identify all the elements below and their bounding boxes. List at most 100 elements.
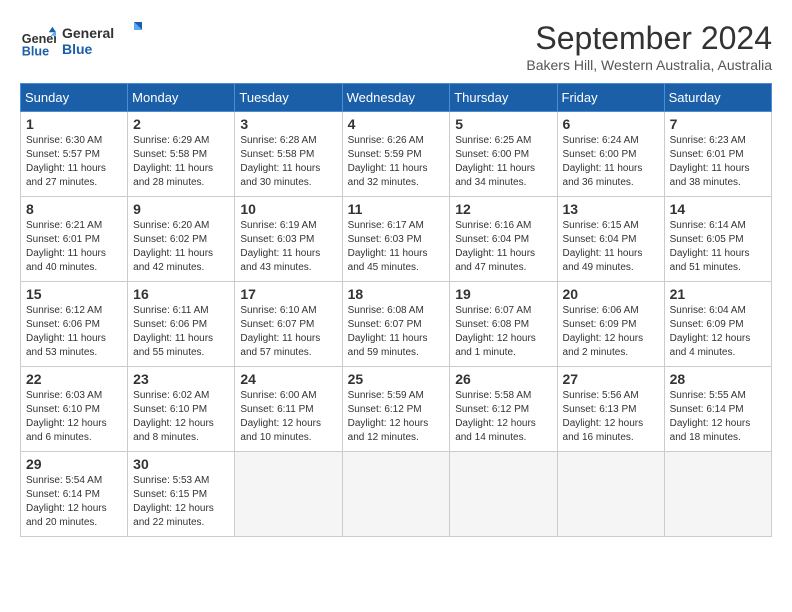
day-number: 24 — [240, 371, 336, 387]
calendar-day-cell — [450, 452, 557, 537]
calendar-day-cell: 16Sunrise: 6:11 AMSunset: 6:06 PMDayligh… — [128, 282, 235, 367]
day-info: Sunrise: 5:59 AMSunset: 6:12 PMDaylight:… — [348, 389, 445, 445]
day-number: 29 — [26, 456, 122, 472]
day-number: 1 — [26, 116, 122, 132]
calendar-day-cell: 14Sunrise: 6:14 AMSunset: 6:05 PMDayligh… — [664, 197, 771, 282]
day-info: Sunrise: 6:07 AMSunset: 6:08 PMDaylight:… — [455, 304, 551, 360]
day-info: Sunrise: 6:21 AMSunset: 6:01 PMDaylight:… — [26, 219, 122, 275]
logo-svg: General Blue — [62, 20, 142, 60]
day-number: 3 — [240, 116, 336, 132]
calendar-header-row: SundayMondayTuesdayWednesdayThursdayFrid… — [21, 84, 772, 112]
calendar-day-cell: 4 Sunrise: 6:26 AMSunset: 5:59 PMDaylight… — [342, 112, 450, 197]
day-info: Sunrise: 6:10 AMSunset: 6:07 PMDaylight:… — [240, 304, 336, 360]
day-info: Sunrise: 6:19 AMSunset: 6:03 PMDaylight:… — [240, 219, 336, 275]
day-number: 22 — [26, 371, 122, 387]
day-info: Sunrise: 6:23 AMSunset: 6:01 PMDaylight:… — [670, 134, 766, 190]
calendar-day-cell — [557, 452, 664, 537]
day-number: 21 — [670, 286, 766, 302]
day-number: 4 — [348, 116, 445, 132]
page-header: General Blue General Blue September 2024… — [20, 20, 772, 73]
calendar-day-cell: 27 Sunrise: 5:56 AMSunset: 6:13 PMDayligh… — [557, 367, 664, 452]
day-number: 26 — [455, 371, 551, 387]
day-number: 27 — [563, 371, 659, 387]
calendar-day-cell: 20Sunrise: 6:06 AMSunset: 6:09 PMDayligh… — [557, 282, 664, 367]
day-info: Sunrise: 6:08 AMSunset: 6:07 PMDaylight:… — [348, 304, 445, 360]
day-info: Sunrise: 6:28 AMSunset: 5:58 PMDaylight:… — [240, 134, 336, 190]
day-info: Sunrise: 6:02 AMSunset: 6:10 PMDaylight:… — [133, 389, 229, 445]
day-info: Sunrise: 5:58 AMSunset: 6:12 PMDaylight:… — [455, 389, 551, 445]
day-number: 17 — [240, 286, 336, 302]
col-header-friday: Friday — [557, 84, 664, 112]
title-area: September 2024 Bakers Hill, Western Aust… — [526, 20, 772, 73]
day-info: Sunrise: 5:53 AMSunset: 6:15 PMDaylight:… — [133, 474, 229, 530]
day-info: Sunrise: 6:30 AMSunset: 5:57 PMDaylight:… — [26, 134, 122, 190]
day-info: Sunrise: 6:03 AMSunset: 6:10 PMDaylight:… — [26, 389, 122, 445]
calendar-day-cell: 25 Sunrise: 5:59 AMSunset: 6:12 PMDayligh… — [342, 367, 450, 452]
col-header-tuesday: Tuesday — [235, 84, 342, 112]
calendar-day-cell — [235, 452, 342, 537]
calendar-day-cell: 8 Sunrise: 6:21 AMSunset: 6:01 PMDaylight… — [21, 197, 128, 282]
day-info: Sunrise: 5:56 AMSunset: 6:13 PMDaylight:… — [563, 389, 659, 445]
day-number: 25 — [348, 371, 445, 387]
calendar-day-cell: 28 Sunrise: 5:55 AMSunset: 6:14 PMDayligh… — [664, 367, 771, 452]
col-header-saturday: Saturday — [664, 84, 771, 112]
day-number: 6 — [563, 116, 659, 132]
day-number: 19 — [455, 286, 551, 302]
day-info: Sunrise: 6:25 AMSunset: 6:00 PMDaylight:… — [455, 134, 551, 190]
day-number: 13 — [563, 201, 659, 217]
calendar-day-cell: 9Sunrise: 6:20 AMSunset: 6:02 PMDaylight… — [128, 197, 235, 282]
day-info: Sunrise: 6:00 AMSunset: 6:11 PMDaylight:… — [240, 389, 336, 445]
day-info: Sunrise: 6:15 AMSunset: 6:04 PMDaylight:… — [563, 219, 659, 275]
day-info: Sunrise: 6:24 AMSunset: 6:00 PMDaylight:… — [563, 134, 659, 190]
calendar-day-cell: 7 Sunrise: 6:23 AMSunset: 6:01 PMDaylight… — [664, 112, 771, 197]
day-info: Sunrise: 6:14 AMSunset: 6:05 PMDaylight:… — [670, 219, 766, 275]
calendar-week-row: 22 Sunrise: 6:03 AMSunset: 6:10 PMDayligh… — [21, 367, 772, 452]
logo: General Blue General Blue — [20, 20, 142, 65]
day-number: 8 — [26, 201, 122, 217]
calendar-day-cell: 3 Sunrise: 6:28 AMSunset: 5:58 PMDaylight… — [235, 112, 342, 197]
day-number: 11 — [348, 201, 445, 217]
calendar-day-cell: 6 Sunrise: 6:24 AMSunset: 6:00 PMDaylight… — [557, 112, 664, 197]
calendar-day-cell: 29 Sunrise: 5:54 AMSunset: 6:14 PMDayligh… — [21, 452, 128, 537]
day-number: 12 — [455, 201, 551, 217]
svg-text:General: General — [62, 25, 114, 41]
col-header-monday: Monday — [128, 84, 235, 112]
svg-text:Blue: Blue — [22, 44, 49, 58]
day-number: 15 — [26, 286, 122, 302]
calendar-day-cell — [342, 452, 450, 537]
col-header-sunday: Sunday — [21, 84, 128, 112]
calendar-week-row: 8 Sunrise: 6:21 AMSunset: 6:01 PMDaylight… — [21, 197, 772, 282]
day-number: 20 — [563, 286, 659, 302]
calendar-day-cell: 11 Sunrise: 6:17 AMSunset: 6:03 PMDayligh… — [342, 197, 450, 282]
day-number: 30 — [133, 456, 229, 472]
calendar-week-row: 29 Sunrise: 5:54 AMSunset: 6:14 PMDayligh… — [21, 452, 772, 537]
calendar-day-cell: 18 Sunrise: 6:08 AMSunset: 6:07 PMDayligh… — [342, 282, 450, 367]
calendar-table: SundayMondayTuesdayWednesdayThursdayFrid… — [20, 83, 772, 537]
calendar-day-cell: 5 Sunrise: 6:25 AMSunset: 6:00 PMDaylight… — [450, 112, 557, 197]
day-info: Sunrise: 5:55 AMSunset: 6:14 PMDaylight:… — [670, 389, 766, 445]
calendar-day-cell: 19 Sunrise: 6:07 AMSunset: 6:08 PMDayligh… — [450, 282, 557, 367]
calendar-day-cell: 2Sunrise: 6:29 AMSunset: 5:58 PMDaylight… — [128, 112, 235, 197]
day-number: 23 — [133, 371, 229, 387]
day-number: 9 — [133, 201, 229, 217]
day-number: 18 — [348, 286, 445, 302]
day-number: 7 — [670, 116, 766, 132]
calendar-day-cell: 26 Sunrise: 5:58 AMSunset: 6:12 PMDayligh… — [450, 367, 557, 452]
logo-icon: General Blue — [20, 25, 56, 61]
calendar-day-cell: 15 Sunrise: 6:12 AMSunset: 6:06 PMDayligh… — [21, 282, 128, 367]
day-info: Sunrise: 6:29 AMSunset: 5:58 PMDaylight:… — [133, 134, 229, 190]
day-number: 28 — [670, 371, 766, 387]
calendar-week-row: 15 Sunrise: 6:12 AMSunset: 6:06 PMDayligh… — [21, 282, 772, 367]
calendar-day-cell: 23 Sunrise: 6:02 AMSunset: 6:10 PMDayligh… — [128, 367, 235, 452]
day-info: Sunrise: 6:17 AMSunset: 6:03 PMDaylight:… — [348, 219, 445, 275]
day-info: Sunrise: 6:16 AMSunset: 6:04 PMDaylight:… — [455, 219, 551, 275]
day-number: 5 — [455, 116, 551, 132]
day-info: Sunrise: 5:54 AMSunset: 6:14 PMDaylight:… — [26, 474, 122, 530]
calendar-day-cell: 30 Sunrise: 5:53 AMSunset: 6:15 PMDayligh… — [128, 452, 235, 537]
calendar-day-cell: 10Sunrise: 6:19 AMSunset: 6:03 PMDayligh… — [235, 197, 342, 282]
day-info: Sunrise: 6:26 AMSunset: 5:59 PMDaylight:… — [348, 134, 445, 190]
day-info: Sunrise: 6:12 AMSunset: 6:06 PMDaylight:… — [26, 304, 122, 360]
svg-text:Blue: Blue — [62, 41, 93, 57]
col-header-thursday: Thursday — [450, 84, 557, 112]
calendar-day-cell — [664, 452, 771, 537]
